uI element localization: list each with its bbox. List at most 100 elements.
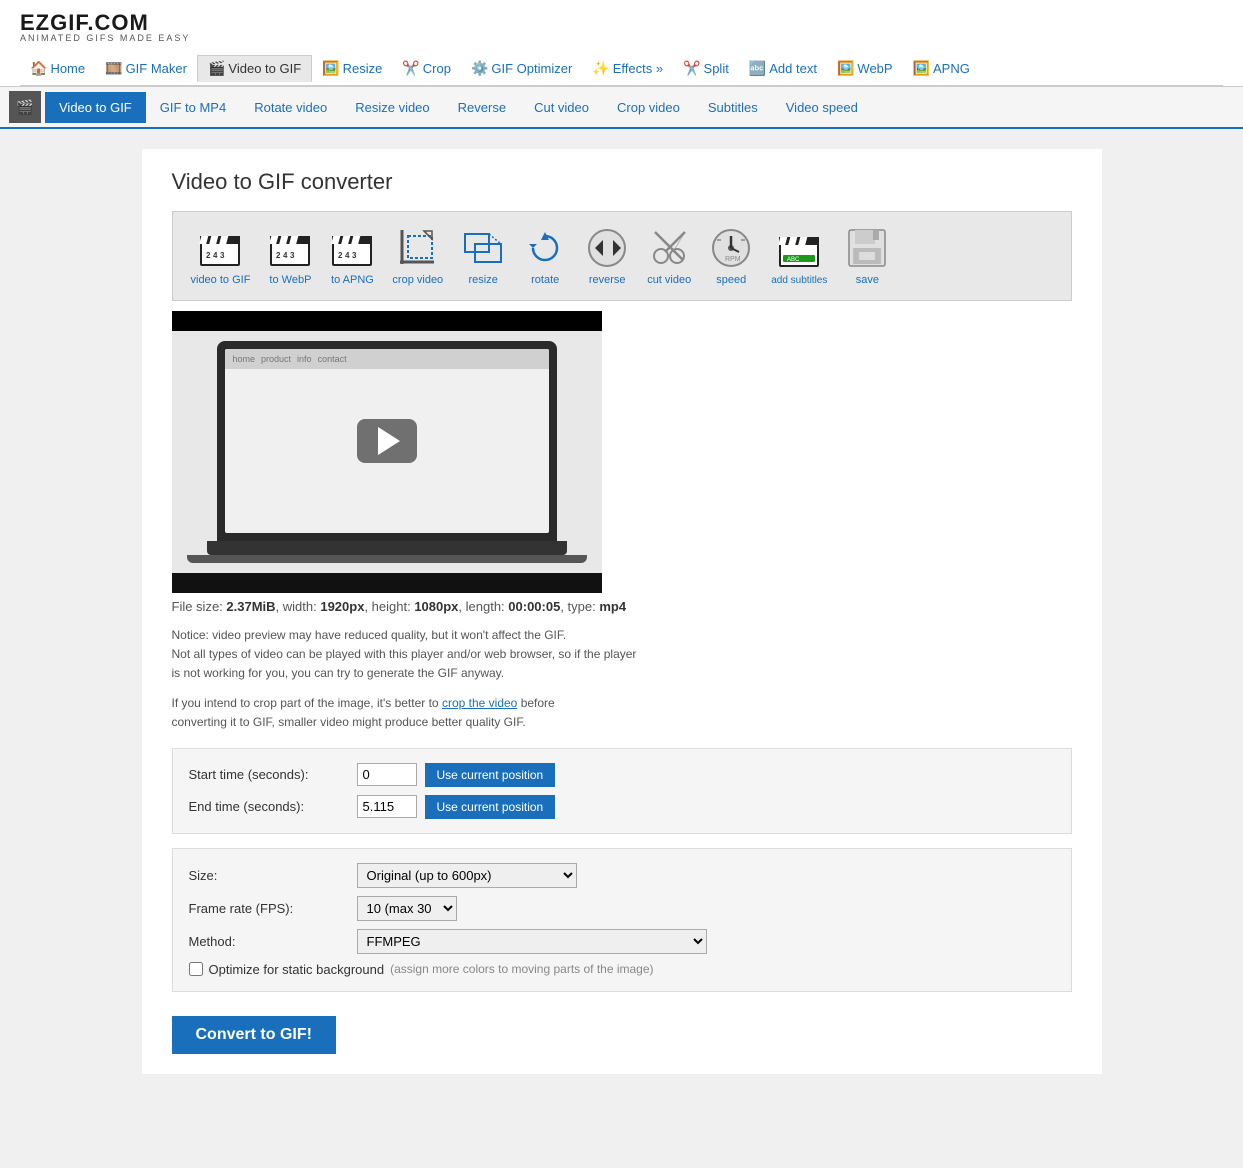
- video-black-bottom: [172, 573, 602, 593]
- tool-icon-scissors: [647, 226, 691, 270]
- nav-resize[interactable]: 🖼️ Resize: [312, 56, 392, 81]
- optimize-label: Optimize for static background: [209, 962, 385, 977]
- sub-nav-subtitles[interactable]: Subtitles: [694, 92, 772, 123]
- tool-label-to-webp: to WebP: [269, 274, 311, 286]
- convert-button[interactable]: Convert to GIF!: [172, 1016, 336, 1054]
- fps-row: Frame rate (FPS): 10 (max 30 seconds): [189, 896, 1055, 921]
- use-current-end-button[interactable]: Use current position: [425, 795, 556, 819]
- crop-notice-pre: If you intend to crop part of the image,…: [172, 696, 439, 710]
- size-label: Size:: [189, 868, 349, 883]
- tool-cut-video[interactable]: cut video: [639, 222, 699, 290]
- sub-nav-video-to-gif[interactable]: Video to GIF: [45, 92, 146, 123]
- home-icon: 🏠: [30, 60, 47, 77]
- size-select[interactable]: Original (up to 600px) 320px 480px 600px: [357, 863, 577, 888]
- nav-crop[interactable]: ✂️ Crop: [392, 56, 461, 81]
- tool-icon-webp: 2 4 3: [268, 226, 312, 270]
- optimize-row: Optimize for static background (assign m…: [189, 962, 1055, 977]
- tool-icon-resize: [461, 226, 505, 270]
- crop-video-link[interactable]: crop the video: [442, 696, 517, 710]
- tool-save[interactable]: save: [837, 222, 897, 290]
- tool-resize[interactable]: resize: [453, 222, 513, 290]
- logo[interactable]: EZGIF.COM ANIMATED GIFS MADE EASY: [20, 10, 190, 43]
- crop-nav-icon: ✂️: [402, 60, 419, 77]
- start-time-row: Start time (seconds): Use current positi…: [189, 763, 1055, 787]
- nav-gif-optimizer[interactable]: ⚙️ GIF Optimizer: [461, 56, 582, 81]
- svg-text:4: 4: [345, 251, 350, 260]
- crop-notice-before: before: [521, 696, 555, 710]
- tool-reverse[interactable]: reverse: [577, 222, 637, 290]
- sub-nav-crop-video[interactable]: Crop video: [603, 92, 694, 123]
- file-size: 2.37MiB: [226, 599, 275, 614]
- effects-icon: ✨: [592, 60, 609, 77]
- optimize-checkbox-row: Optimize for static background (assign m…: [189, 962, 654, 977]
- nav-effects[interactable]: ✨ Effects »: [582, 56, 673, 81]
- svg-text:3: 3: [290, 251, 295, 260]
- sub-nav-reverse[interactable]: Reverse: [444, 92, 520, 123]
- end-time-row: End time (seconds): Use current position: [189, 795, 1055, 819]
- sub-nav-rotate-video[interactable]: Rotate video: [240, 92, 341, 123]
- nav-video-to-gif[interactable]: 🎬 Video to GIF: [197, 55, 312, 82]
- tool-label-crop: crop video: [392, 274, 443, 286]
- tool-video-to-gif[interactable]: 2 4 3 video to GIF: [183, 222, 259, 290]
- sub-nav-resize-video[interactable]: Resize video: [341, 92, 443, 123]
- nav-webp[interactable]: 🖼️ WebP: [827, 56, 903, 81]
- nav-apng[interactable]: 🖼️ APNG: [903, 56, 980, 81]
- video-gif-icon: 🎬: [208, 60, 225, 77]
- method-label: Method:: [189, 934, 349, 949]
- nav-home[interactable]: 🏠 Home: [20, 56, 95, 81]
- main-content: Video to GIF converter 2 4 3 video to GI…: [142, 149, 1102, 1074]
- tool-label-save: save: [856, 274, 879, 286]
- tool-speed[interactable]: RPM speed: [701, 222, 761, 290]
- webp-icon: 🖼️: [837, 60, 854, 77]
- add-text-icon: 🔤: [749, 60, 766, 77]
- tool-to-webp[interactable]: 2 4 3 to WebP: [260, 222, 320, 290]
- laptop-base: [207, 541, 567, 555]
- tool-icon-speed: RPM: [709, 226, 753, 270]
- sub-nav-video-speed[interactable]: Video speed: [772, 92, 872, 123]
- apng-icon: 🖼️: [913, 60, 930, 77]
- optimize-checkbox[interactable]: [189, 962, 203, 976]
- video-container: home product info contact: [172, 311, 602, 593]
- sub-nav-cut-video[interactable]: Cut video: [520, 92, 603, 123]
- laptop-display: home product info contact: [217, 341, 557, 541]
- tool-label-speed: speed: [716, 274, 746, 286]
- tool-rotate[interactable]: rotate: [515, 222, 575, 290]
- optimize-note: (assign more colors to moving parts of t…: [390, 962, 653, 976]
- video-screen: home product info contact: [172, 331, 602, 573]
- film-icon: 🎬: [9, 91, 41, 123]
- svg-text:2: 2: [338, 251, 343, 260]
- laptop-stand: [187, 555, 587, 563]
- tool-to-apng[interactable]: 2 4 3 to APNG: [322, 222, 382, 290]
- gif-maker-icon: 🎞️: [105, 60, 122, 77]
- crop-notice: If you intend to crop part of the image,…: [172, 694, 1072, 732]
- notice-line1: Notice: video preview may have reduced q…: [172, 626, 1072, 645]
- notice-line2: Not all types of video can be played wit…: [172, 645, 1072, 664]
- fps-select[interactable]: 10 (max 30 seconds): [357, 896, 457, 921]
- nav-add-text[interactable]: 🔤 Add text: [739, 56, 827, 81]
- tool-label-to-apng: to APNG: [331, 274, 374, 286]
- settings-form-section: Size: Original (up to 600px) 320px 480px…: [172, 848, 1072, 992]
- tool-label-resize: resize: [469, 274, 498, 286]
- tool-add-subtitles[interactable]: ABC add subtitles: [763, 223, 835, 290]
- svg-text:4: 4: [213, 251, 218, 260]
- file-type: mp4: [599, 599, 626, 614]
- nav-split[interactable]: ✂️ Split: [673, 56, 739, 81]
- use-current-start-button[interactable]: Use current position: [425, 763, 556, 787]
- tool-crop-video[interactable]: crop video: [384, 222, 451, 290]
- end-time-input[interactable]: [357, 795, 417, 818]
- file-length: 00:00:05: [508, 599, 560, 614]
- start-time-input[interactable]: [357, 763, 417, 786]
- sub-nav: 🎬 Video to GIF GIF to MP4 Rotate video R…: [0, 87, 1243, 129]
- split-icon: ✂️: [683, 60, 700, 77]
- method-select[interactable]: FFMPEG: [357, 929, 707, 954]
- crop-notice-after: converting it to GIF, smaller video migh…: [172, 715, 526, 729]
- nav-gif-maker[interactable]: 🎞️ GIF Maker: [95, 56, 197, 81]
- play-button[interactable]: [357, 419, 417, 463]
- file-width: 1920px: [320, 599, 364, 614]
- tool-icon-rotate: [523, 226, 567, 270]
- size-row: Size: Original (up to 600px) 320px 480px…: [189, 863, 1055, 888]
- sub-nav-gif-to-mp4[interactable]: GIF to MP4: [146, 92, 240, 123]
- tool-icon-subtitles: ABC: [777, 227, 821, 271]
- header: EZGIF.COM ANIMATED GIFS MADE EASY 🏠 Home…: [0, 0, 1243, 87]
- logo-sub: ANIMATED GIFS MADE EASY: [20, 33, 190, 43]
